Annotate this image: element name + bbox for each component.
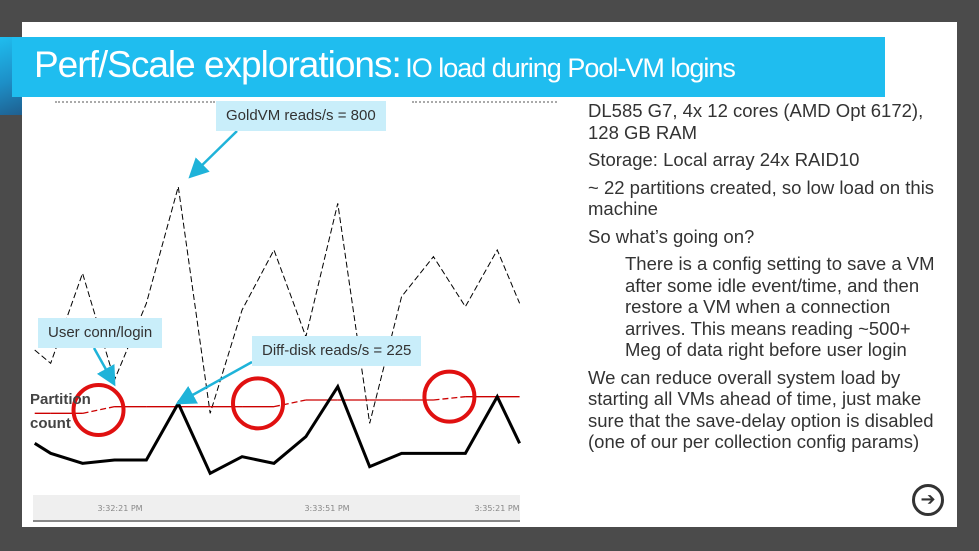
arrow-right-circle-icon[interactable]: ➔ [912,484,944,516]
series-partition-segment [433,396,466,401]
bullet: DL585 G7, 4x 12 cores (AMD Opt 6172), 12… [588,100,924,143]
bullet-list: DL585 G7, 4x 12 cores (AMD Opt 6172), 12… [588,100,938,459]
label-line: count [30,415,71,432]
series-diffdisk-line [33,383,521,476]
bullet: We can reduce overall system load by sta… [588,366,934,453]
sub-bullet: There is a config setting to save a VM a… [625,253,935,360]
partition-count-label: Partition count [30,388,91,436]
bullet: ~ 22 partitions created, so low load on … [588,176,935,220]
bullet: Storage: Local array 24x RAID10 [588,149,860,170]
highlight-circle [231,376,286,431]
series-partition-segment [273,399,306,408]
label-line: Partition [30,391,91,408]
callout-diff-disk: Diff-disk reads/s = 225 [252,336,422,366]
callout-goldvm: GoldVM reads/s = 800 [216,101,386,131]
callout-user-login: User conn/login [38,318,163,348]
callout-arrow [188,130,238,179]
bullet: So what’s going on? [588,225,755,247]
